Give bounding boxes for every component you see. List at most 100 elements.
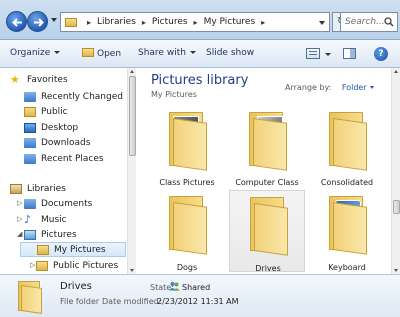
arrange-by: Arrange by: Folder	[285, 83, 374, 92]
folder-icon	[36, 260, 48, 271]
address-bar: ▸ Libraries ▸ Pictures ▸ My Pictures ▸ ↻…	[0, 0, 400, 40]
details-pane: Drives File folder State: Shared Date mo…	[0, 274, 400, 317]
nav-recently-changed[interactable]: Recently Changed	[24, 89, 135, 104]
folder-icon	[169, 196, 207, 255]
nav-public[interactable]: Public	[24, 104, 135, 119]
share-with-label: Share with	[138, 48, 186, 58]
arrange-by-label: Arrange by:	[285, 83, 332, 92]
preview-pane-button[interactable]	[343, 48, 356, 59]
folder-item-class-pictures[interactable]: Class Pictures	[149, 106, 225, 188]
folder-icon	[329, 196, 367, 255]
nav-recent-places[interactable]: Recent Places	[24, 151, 135, 166]
nav-public-pictures[interactable]: Public Pictures	[36, 258, 135, 273]
nav-public-label: Public	[41, 106, 68, 117]
breadcrumb-libraries[interactable]: Libraries	[97, 17, 136, 27]
nav-pictures[interactable]: Pictures	[24, 227, 135, 242]
scroll-up-icon[interactable]	[130, 70, 134, 73]
folder-item-keyboard[interactable]: Keyboard	[309, 190, 385, 272]
libraries-icon	[10, 183, 22, 194]
breadcrumb-pictures[interactable]: Pictures	[152, 17, 188, 27]
forward-button[interactable]	[27, 11, 48, 32]
details-state-value: Shared	[182, 283, 211, 292]
address-history-dropdown[interactable]	[319, 21, 325, 25]
pictures-icon	[24, 229, 36, 240]
library-title: Pictures library	[151, 73, 249, 88]
scroll-down-icon[interactable]	[394, 269, 398, 272]
breadcrumb-my-pictures[interactable]: My Pictures	[204, 17, 256, 27]
nav-desktop[interactable]: Desktop	[24, 120, 135, 135]
folder-item-label: Dogs	[176, 263, 198, 272]
star-icon: ★	[10, 72, 20, 86]
folder-item-drives[interactable]: Drives	[229, 190, 305, 273]
folder-icon	[329, 112, 367, 171]
shared-users-icon	[169, 282, 180, 291]
search-input[interactable]: Search...	[340, 12, 398, 32]
folder-item-label: Computer Class	[235, 178, 299, 187]
chevron-right-icon[interactable]: ▸	[261, 18, 265, 27]
back-arrow-icon	[12, 18, 22, 27]
chevron-right-icon[interactable]: ▸	[87, 18, 91, 27]
nav-downloads[interactable]: Downloads	[24, 135, 135, 150]
organize-label: Organize	[10, 48, 51, 58]
folder-item-label: Class Pictures	[159, 178, 215, 187]
nav-recent-places-label: Recent Places	[41, 153, 104, 164]
caret-down-icon	[54, 51, 61, 54]
arrange-by-dropdown[interactable]: Folder	[342, 83, 374, 92]
nav-public-pictures-label: Public Pictures	[53, 260, 119, 271]
collapse-arrow-icon[interactable]: ◢	[17, 230, 22, 238]
open-label: Open	[97, 49, 122, 59]
nav-recently-changed-label: Recently Changed	[41, 91, 123, 102]
expand-arrow-icon[interactable]: ▷	[30, 261, 35, 269]
command-bar: Organize Open Share with Slide show ?	[0, 40, 400, 68]
chevron-right-icon[interactable]: ▸	[194, 18, 198, 27]
folder-item-dogs[interactable]: Dogs	[149, 190, 225, 272]
change-view-button[interactable]	[306, 48, 320, 59]
nav-favorites[interactable]: ★ Favorites	[10, 72, 135, 87]
folder-item-label: Consolidated	[320, 178, 374, 187]
folder-icon	[37, 244, 49, 255]
expand-arrow-icon[interactable]: ▷	[17, 199, 22, 207]
nav-documents[interactable]: Documents	[24, 196, 135, 211]
slide-show-label: Slide show	[206, 48, 255, 58]
recent-pages-dropdown[interactable]	[51, 18, 57, 22]
chevron-right-icon[interactable]: ▸	[142, 18, 146, 27]
open-icon	[82, 48, 94, 57]
scroll-up-icon[interactable]	[394, 70, 398, 73]
open-button[interactable]: Open	[82, 48, 121, 59]
share-with-button[interactable]: Share with	[138, 48, 196, 58]
nav-documents-label: Documents	[41, 198, 93, 209]
folder-item-consolidated[interactable]: Consolidated	[309, 106, 385, 188]
folder-icon	[18, 281, 42, 314]
scroll-down-icon[interactable]	[130, 269, 134, 272]
search-placeholder: Search...	[345, 17, 385, 27]
navigation-scrollbar[interactable]	[127, 68, 136, 274]
expand-arrow-icon[interactable]: ▷	[17, 215, 22, 223]
desktop-icon	[24, 122, 36, 133]
nav-my-pictures-label: My Pictures	[54, 244, 106, 255]
view-options-dropdown[interactable]	[325, 53, 331, 56]
music-icon: ♪	[24, 212, 32, 226]
content-scrollbar[interactable]	[391, 68, 400, 274]
scroll-thumb[interactable]	[393, 200, 400, 214]
nav-favorites-label: Favorites	[27, 74, 68, 85]
back-button[interactable]	[6, 11, 27, 32]
nav-music[interactable]: ♪ Music	[24, 212, 135, 227]
file-list: Pictures library My Pictures Arrange by:…	[137, 68, 391, 274]
documents-icon	[24, 198, 36, 209]
forward-arrow-icon	[34, 18, 44, 27]
details-modified-label: Date modified:	[102, 297, 162, 306]
nav-libraries[interactable]: Libraries	[10, 181, 135, 196]
organize-button[interactable]: Organize	[10, 48, 61, 58]
nav-downloads-label: Downloads	[41, 137, 91, 148]
help-button[interactable]: ?	[374, 47, 388, 61]
breadcrumb[interactable]: ▸ Libraries ▸ Pictures ▸ My Pictures ▸	[60, 12, 330, 32]
scroll-thumb[interactable]	[129, 76, 136, 156]
folder-item-computer-class[interactable]: Computer Class	[229, 106, 305, 188]
downloads-icon	[24, 137, 36, 148]
slide-show-button[interactable]: Slide show	[206, 48, 254, 58]
nav-libraries-label: Libraries	[27, 183, 66, 194]
recent-icon	[24, 91, 36, 102]
caret-down-icon	[189, 51, 196, 54]
nav-my-pictures[interactable]: My Pictures	[20, 242, 126, 257]
folder-icon	[169, 112, 207, 171]
